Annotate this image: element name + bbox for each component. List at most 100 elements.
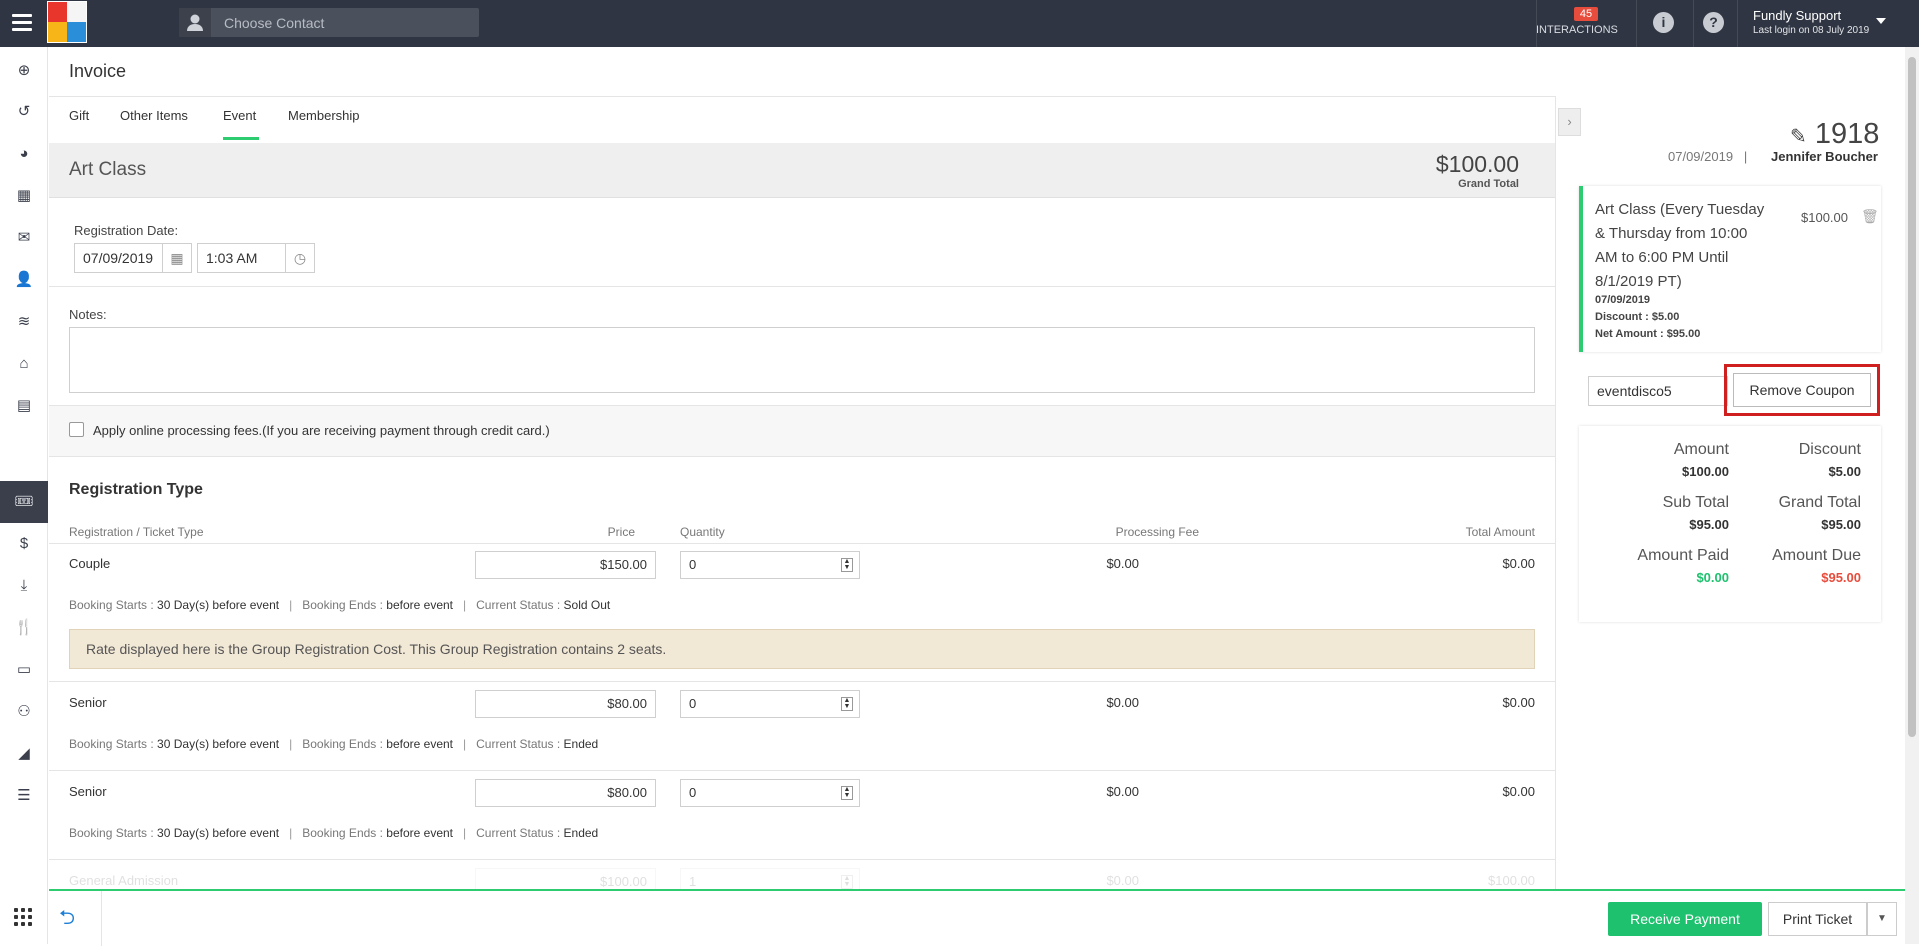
dashboard-icon[interactable]: ◕ [14, 144, 34, 164]
booking-ends-label: Booking Ends : [302, 737, 387, 751]
stepper-arrows-icon[interactable]: ▲ ▼ [841, 697, 853, 711]
stepper-arrows-icon[interactable]: ▲ ▼ [841, 558, 853, 572]
registration-rows: Couple $150.00 0 ▲ ▼ $0.00 $0.00 Booking Start… [49, 143, 1555, 889]
item-date: 07/09/2019 [1595, 294, 1651, 306]
calendar-icon[interactable]: ▤ [14, 396, 34, 416]
booking-meta: Booking Starts : 30 Day(s) before event … [69, 598, 610, 612]
amount-paid-value: $0.00 [1696, 570, 1729, 585]
invoice-number: ✎ 1918 [1790, 118, 1879, 151]
interactions-label: INTERACTIONS [1536, 24, 1618, 36]
contact-icon [179, 8, 211, 37]
discount-label: Discount [1798, 441, 1861, 458]
booking-starts-value: 30 Day(s) before event [157, 598, 280, 612]
processing-fee-value: $0.00 [1106, 873, 1139, 888]
invoice-separator: | [1743, 149, 1748, 164]
ticket-type-name: Senior [69, 695, 107, 710]
user-menu[interactable]: Fundly Support Last login on 08 July 201… [1753, 8, 1869, 36]
add-icon[interactable]: ⊕ [14, 61, 34, 81]
pencil-icon[interactable]: ✎ [1790, 126, 1807, 148]
status-value: Ended [563, 826, 599, 840]
processing-fee-value: $0.00 [1106, 695, 1139, 710]
trash-icon[interactable]: 🗑 [1861, 208, 1879, 225]
grid-icon[interactable]: ▦ [14, 186, 34, 206]
meta-sep: | [453, 826, 477, 840]
booking-starts-value: 30 Day(s) before event [157, 737, 280, 751]
status-value: Ended [563, 737, 599, 751]
booking-ends-label: Booking Ends : [302, 826, 387, 840]
tab-event[interactable]: Event [223, 108, 256, 123]
apps-grid-icon[interactable] [14, 908, 32, 926]
quantity-stepper[interactable]: 0 ▲ ▼ [680, 690, 860, 718]
bank-icon[interactable]: ⌂ [14, 354, 34, 374]
id-card-icon[interactable]: ▭ [14, 660, 34, 680]
interactions-badge: 45 [1573, 7, 1599, 21]
quantity-stepper[interactable]: 0 ▲ ▼ [680, 551, 860, 579]
booking-ends-value: before event [386, 598, 454, 612]
active-tab-underline [223, 137, 259, 140]
print-options-dropdown[interactable]: ▼ [1867, 902, 1897, 936]
remove-coupon-button[interactable]: Remove Coupon [1733, 373, 1871, 407]
menu-icon[interactable] [12, 14, 32, 31]
amount-value: $100.00 [1682, 464, 1729, 479]
money-bag-icon[interactable]: $ [14, 534, 34, 554]
tab-other-items[interactable]: Other Items [120, 108, 188, 123]
app-logo[interactable] [47, 1, 87, 43]
user-name: Fundly Support [1753, 8, 1842, 23]
layers-icon[interactable]: ≋ [14, 312, 34, 332]
amount-due-value: $95.00 [1821, 570, 1861, 585]
help-icon[interactable]: ? [1703, 12, 1724, 33]
interactions-counter[interactable]: 45 INTERACTIONS [1536, 5, 1636, 36]
top-bar: Choose Contact 45 INTERACTIONS i ? Fundl… [0, 0, 1919, 47]
status-value: Sold Out [563, 598, 611, 612]
list-icon[interactable]: ☰ [14, 786, 34, 806]
info-icon[interactable]: i [1653, 12, 1674, 33]
stepper-arrows-icon[interactable]: ▲ ▼ [841, 786, 853, 800]
person-icon[interactable]: 👤 [14, 270, 34, 290]
status-label: Current Status : [476, 598, 564, 612]
price-input[interactable]: $150.00 [475, 551, 656, 579]
group-registration-note: Rate displayed here is the Group Registr… [69, 629, 1535, 669]
invoice-number-value: 1918 [1814, 118, 1880, 150]
mail-icon[interactable]: ✉ [14, 228, 34, 248]
subtotal-label: Sub Total [1662, 494, 1729, 511]
chart-icon[interactable]: ◢ [14, 744, 34, 764]
meta-sep: | [279, 598, 303, 612]
people-icon[interactable]: ⚇ [14, 702, 34, 722]
meta-sep: | [453, 737, 477, 751]
page-scrollbar[interactable] [1905, 47, 1919, 944]
invoice-contact[interactable]: Jennifer Boucher [1771, 149, 1878, 164]
collapse-panel-button[interactable]: › [1558, 108, 1581, 136]
utensils-icon[interactable]: 🍴 [14, 618, 34, 638]
coupon-input[interactable]: eventdisco5 [1588, 376, 1728, 406]
undo-icon[interactable]: ↺ [14, 102, 34, 122]
receive-payment-button[interactable]: Receive Payment [1608, 902, 1762, 936]
booking-starts-value: 30 Day(s) before event [157, 826, 280, 840]
choose-contact-search[interactable]: Choose Contact [179, 8, 479, 37]
chevron-down-icon[interactable] [1876, 18, 1886, 24]
quantity-stepper[interactable]: 0 ▲ ▼ [680, 779, 860, 807]
invoice-date: 07/09/2019 | [1668, 149, 1747, 164]
table-row: Senior $80.00 0 ▲ ▼ $0.00 $0.00 Booking Starts… [49, 771, 1555, 861]
ticket-icon[interactable]: 🎟 [14, 492, 34, 512]
tab-membership[interactable]: Membership [288, 108, 360, 123]
processing-fee-value: $0.00 [1106, 784, 1139, 799]
print-ticket-button[interactable]: Print Ticket [1768, 902, 1867, 936]
back-arrow-icon[interactable]: ⮌ [59, 903, 75, 937]
meta-sep: | [453, 598, 477, 612]
price-input[interactable]: $80.00 [475, 690, 656, 718]
discount-value: $5.00 [1828, 464, 1861, 479]
tab-gift[interactable]: Gift [69, 108, 89, 123]
price-input[interactable]: $100.00 [475, 868, 656, 889]
stepper-arrows-icon[interactable]: ▲ ▼ [841, 875, 853, 889]
booking-meta: Booking Starts : 30 Day(s) before event … [69, 826, 598, 840]
total-amount-value: $0.00 [1502, 695, 1535, 710]
price-input[interactable]: $80.00 [475, 779, 656, 807]
item-discount: Discount : $5.00 [1595, 311, 1680, 323]
quantity-stepper[interactable]: 1 ▲ ▼ [680, 868, 860, 889]
search-placeholder: Choose Contact [224, 15, 325, 31]
amount-due-label: Amount Due [1772, 547, 1861, 564]
page-title: Invoice [69, 61, 127, 81]
download-icon[interactable]: ⤓ [14, 576, 34, 596]
ticket-type-name: Senior [69, 784, 107, 799]
last-login: Last login on 08 July 2019 [1753, 25, 1870, 36]
